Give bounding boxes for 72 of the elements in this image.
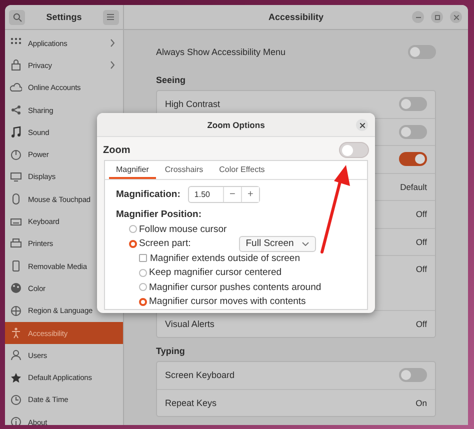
window-title: Accessibility: [268, 12, 324, 22]
toggle-switch[interactable]: [399, 368, 427, 382]
chevron-down-icon: [302, 242, 309, 246]
toggle-switch[interactable]: [408, 45, 436, 59]
tab[interactable]: Magnifier: [109, 161, 156, 179]
lock-icon: [10, 59, 22, 72]
dialog-title: Zoom Options: [207, 120, 265, 130]
radio-button[interactable]: Follow mouse cursor: [129, 224, 227, 235]
star-icon: [10, 372, 22, 384]
setting-value: Off: [416, 236, 427, 247]
info-icon: [10, 416, 22, 425]
tab[interactable]: Color Effects: [212, 161, 272, 179]
zoom-label: Zoom: [103, 144, 130, 156]
accessibility-icon: [10, 327, 22, 339]
close-icon: [360, 122, 364, 128]
palette-icon: [10, 282, 22, 294]
radio-circle[interactable]: [139, 283, 147, 292]
setting-row[interactable]: Repeat Keys On: [157, 388, 435, 416]
printer-icon: [10, 238, 22, 250]
globe-icon: [10, 304, 22, 317]
clock-icon: [10, 394, 22, 406]
keyboard-icon: [10, 216, 22, 228]
minimize-icon: [416, 16, 420, 18]
field-label: Magnification:: [116, 189, 180, 200]
radio-button[interactable]: Magnifier cursor moves with contents: [139, 296, 306, 308]
setting-value: Off: [416, 318, 427, 329]
radio-button[interactable]: Screen part:: [129, 238, 191, 250]
radio-button[interactable]: Keep magnifier cursor centered: [139, 267, 282, 278]
sidebar-title: Settings: [46, 12, 82, 22]
setting-value: Off: [416, 209, 427, 220]
drive-icon: [10, 260, 22, 272]
close-icon: [454, 14, 458, 20]
radio-circle[interactable]: [129, 240, 137, 248]
music-icon: [10, 126, 22, 138]
menu-icon: [107, 14, 114, 20]
section-heading: Typing: [156, 346, 186, 356]
minimize-button[interactable]: [412, 11, 424, 23]
setting-label: High Contrast: [165, 99, 220, 110]
section-heading: Magnifier Position:: [116, 209, 202, 220]
user-icon: [10, 349, 22, 362]
mouse-icon: [10, 193, 22, 206]
radio-button[interactable]: Magnifier cursor pushes contents around: [139, 282, 322, 293]
setting-value: On: [416, 398, 427, 408]
monitor-icon: [10, 170, 22, 183]
toggle-switch[interactable]: [339, 142, 369, 158]
maximize-icon: [434, 14, 440, 20]
menu-button[interactable]: [102, 10, 119, 24]
toggle-switch[interactable]: [399, 97, 427, 112]
checkbox-option[interactable]: Magnifier extends outside of screen: [139, 252, 300, 264]
search-button[interactable]: [9, 10, 25, 24]
search-icon: [12, 12, 22, 22]
setting-label: Screen Keyboard: [165, 370, 235, 380]
setting-value: Off: [416, 264, 427, 274]
toggle-switch[interactable]: [399, 124, 427, 139]
setting-row[interactable]: Screen Keyboard: [157, 362, 435, 388]
toggle-switch[interactable]: [399, 152, 427, 166]
setting-label: Repeat Keys: [165, 398, 217, 408]
radio-circle[interactable]: [139, 298, 147, 306]
cloud-icon: [10, 82, 22, 94]
setting-value: Default: [400, 182, 427, 192]
tab[interactable]: Crosshairs: [158, 161, 210, 179]
section-heading: Seeing: [156, 75, 187, 85]
maximize-button[interactable]: [431, 11, 443, 23]
radio-circle[interactable]: [139, 268, 147, 277]
power-icon: [10, 148, 22, 161]
radio-circle[interactable]: [129, 225, 137, 234]
setting-label: Always Show Accessibility Menu: [156, 47, 286, 57]
dropdown[interactable]: Full Screen: [238, 236, 316, 252]
setting-label: Visual Alerts: [165, 318, 214, 329]
share-icon: [10, 104, 22, 116]
close-button[interactable]: [356, 119, 368, 131]
checkbox[interactable]: [139, 254, 147, 262]
